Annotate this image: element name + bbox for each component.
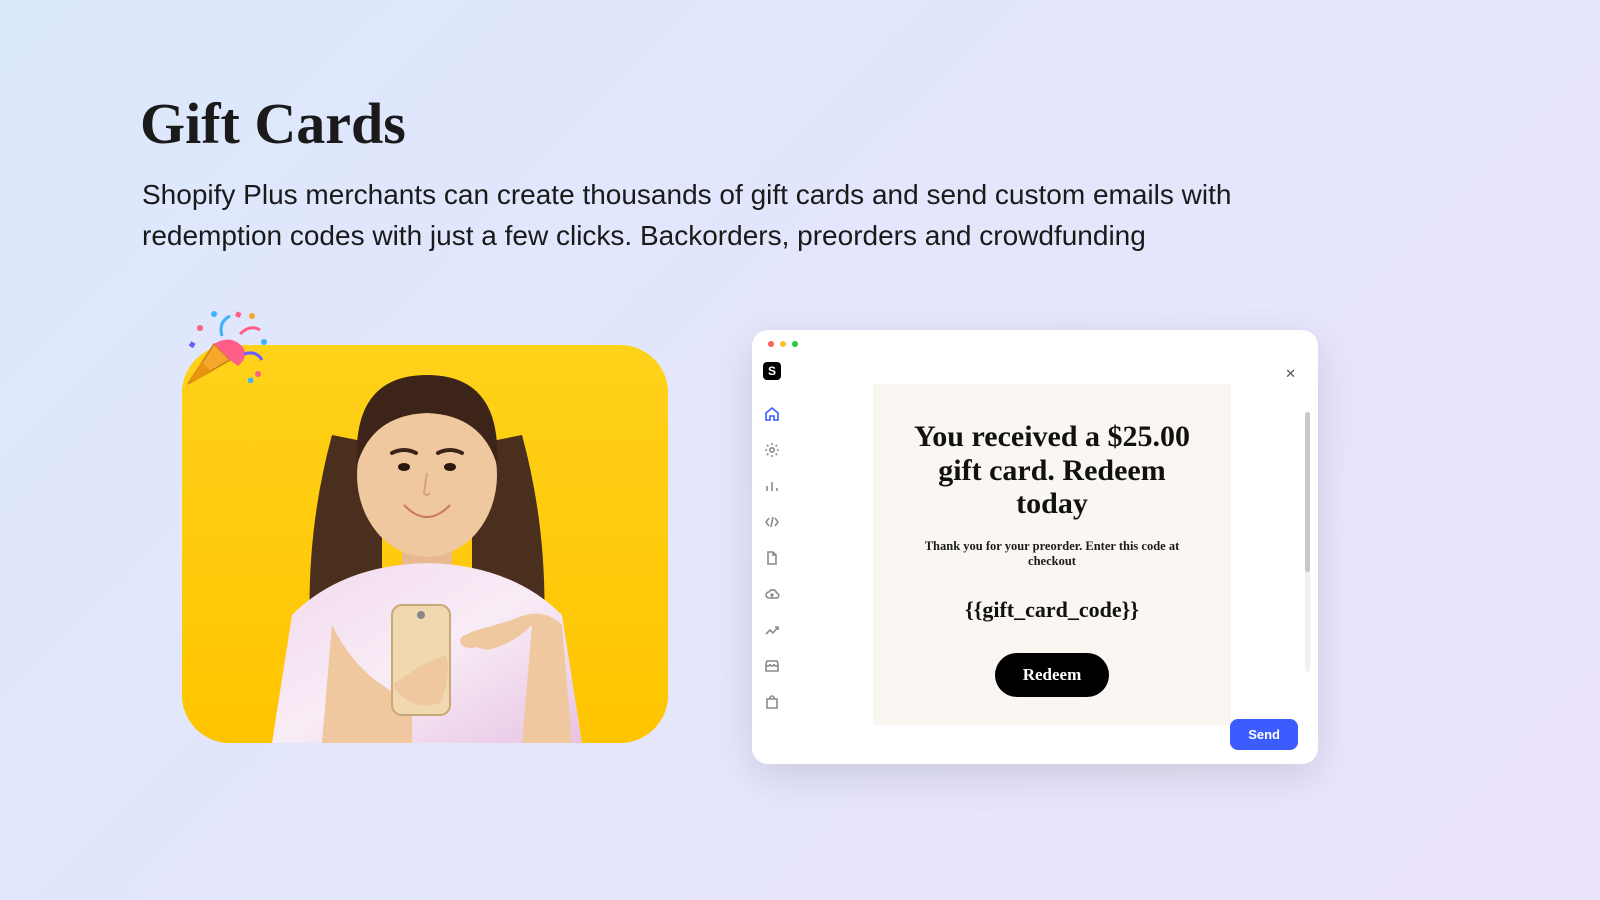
redeem-button[interactable]: Redeem — [995, 653, 1110, 697]
chart-icon[interactable] — [764, 478, 780, 494]
cloud-icon[interactable] — [764, 586, 780, 602]
hero-illustration — [182, 345, 668, 743]
email-preview-pane: ✕ You received a $25.00 gift card. Redee… — [792, 358, 1318, 764]
bag-icon[interactable] — [764, 694, 780, 710]
code-icon[interactable] — [764, 514, 780, 530]
scrollbar[interactable] — [1305, 412, 1310, 672]
scrollbar-thumb[interactable] — [1305, 412, 1310, 572]
file-icon[interactable] — [764, 550, 780, 566]
send-button[interactable]: Send — [1230, 719, 1298, 750]
close-icon[interactable]: ✕ — [1285, 366, 1296, 382]
app-window: S — [752, 330, 1318, 764]
app-sidebar: S — [752, 358, 792, 764]
window-maximize-dot[interactable] — [792, 341, 798, 347]
gear-icon[interactable] — [764, 442, 780, 458]
window-minimize-dot[interactable] — [780, 341, 786, 347]
email-title: You received a $25.00 gift card. Redeem … — [901, 420, 1203, 521]
email-subtitle: Thank you for your preorder. Enter this … — [901, 539, 1203, 569]
window-close-dot[interactable] — [768, 341, 774, 347]
app-logo[interactable]: S — [763, 362, 781, 380]
confetti-icon — [170, 306, 270, 402]
email-card: You received a $25.00 gift card. Redeem … — [873, 384, 1231, 725]
page-subtitle: Shopify Plus merchants can create thousa… — [142, 175, 1242, 256]
home-icon[interactable] — [764, 406, 780, 422]
trend-icon[interactable] — [764, 622, 780, 638]
window-titlebar — [752, 330, 1318, 358]
gift-card-code-placeholder: {{gift_card_code}} — [901, 597, 1203, 623]
page-title: Gift Cards — [140, 90, 406, 157]
store-icon[interactable] — [764, 658, 780, 674]
